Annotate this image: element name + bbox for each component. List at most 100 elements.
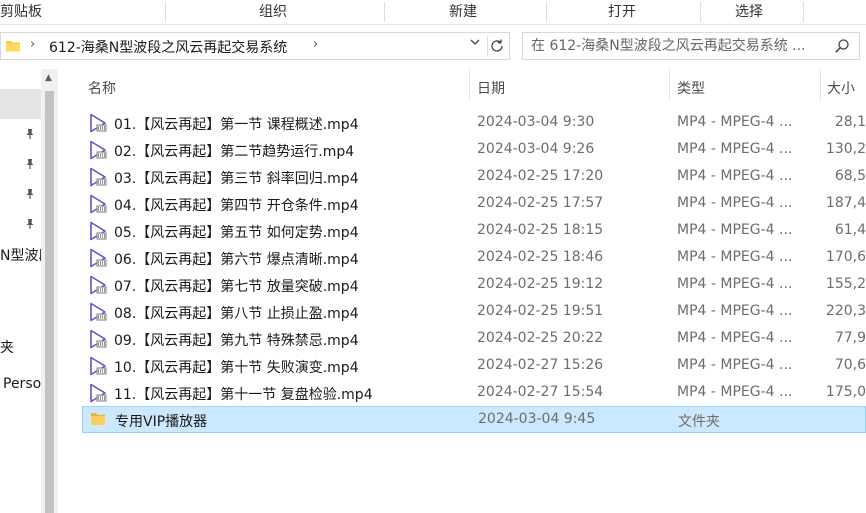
file-name: 11.【风云再起】第十一节 复盘检验.mp4 bbox=[114, 387, 373, 403]
file-row[interactable]: 01.【风云再起】第一节 课程概述.mp4 2024-03-04 9:30 MP4 … bbox=[82, 110, 866, 137]
file-row[interactable]: 06.【风云再起】第六节 爆点清晰.mp4 2024-02-25 18:46 MP4… bbox=[82, 245, 866, 272]
file-date: 2024-03-04 9:30 bbox=[477, 114, 595, 130]
video-file-icon bbox=[88, 248, 108, 272]
ribbon-divider bbox=[803, 2, 804, 22]
file-name: 09.【风云再起】第九节 特殊禁忌.mp4 bbox=[114, 333, 359, 349]
search-input[interactable] bbox=[531, 36, 831, 56]
file-date: 2024-02-27 15:54 bbox=[477, 384, 604, 400]
file-name: 04.【风云再起】第四节 开仓条件.mp4 bbox=[114, 198, 359, 214]
pin-icon[interactable] bbox=[24, 218, 36, 234]
file-type: MP4 - MPEG-4 ... bbox=[677, 330, 793, 346]
scroll-thumb[interactable] bbox=[45, 91, 54, 513]
ribbon-group-organize[interactable]: 组织 bbox=[259, 0, 287, 25]
ribbon-group-open[interactable]: 打开 bbox=[608, 0, 636, 25]
file-size: 77,9 bbox=[834, 330, 866, 346]
breadcrumb-chevron-icon[interactable]: › bbox=[30, 37, 35, 52]
file-date: 2024-02-25 17:57 bbox=[477, 195, 604, 211]
file-type: MP4 - MPEG-4 ... bbox=[677, 168, 793, 184]
file-row[interactable]: 04.【风云再起】第四节 开仓条件.mp4 2024-02-25 17:57 MP4… bbox=[82, 191, 866, 218]
video-file-icon bbox=[88, 275, 108, 299]
file-size: 155,2 bbox=[825, 276, 866, 292]
file-row[interactable]: 02.【风云再起】第二节趋势运行.mp4 2024-03-04 9:26 MP4 -… bbox=[82, 137, 866, 164]
file-type: MP4 - MPEG-4 ... bbox=[677, 357, 793, 373]
file-name: 05.【风云再起】第五节 如何定势.mp4 bbox=[114, 225, 359, 241]
file-size: 175,0 bbox=[825, 384, 866, 400]
pin-icon[interactable] bbox=[24, 158, 36, 174]
folder-row[interactable]: 专用VIP播放器 2024-03-04 9:45 文件夹 bbox=[82, 406, 866, 433]
file-size: 61,4 bbox=[834, 222, 866, 238]
video-file-icon bbox=[88, 329, 108, 353]
file-date: 2024-02-25 18:46 bbox=[477, 249, 604, 265]
file-type: MP4 - MPEG-4 ... bbox=[677, 276, 793, 292]
column-header-type[interactable]: 类型 bbox=[677, 78, 705, 98]
file-row[interactable]: 08.【风云再起】第八节 止损止盈.mp4 2024-02-25 19:51 MP4… bbox=[82, 299, 866, 326]
file-row[interactable]: 09.【风云再起】第九节 特殊禁忌.mp4 2024-02-25 20:22 MP4… bbox=[82, 326, 866, 353]
column-header-row: ^ 名称 日期 类型 大小 bbox=[58, 69, 866, 105]
address-dropdown-icon[interactable] bbox=[469, 36, 481, 52]
file-type: MP4 - MPEG-4 ... bbox=[677, 303, 793, 319]
search-box[interactable] bbox=[522, 32, 860, 60]
file-name: 07.【风云再起】第七节 放量突破.mp4 bbox=[114, 279, 359, 295]
file-size: 70,6 bbox=[834, 357, 866, 373]
breadcrumb-chevron-icon[interactable]: › bbox=[313, 37, 318, 52]
divider bbox=[487, 36, 488, 56]
video-file-icon bbox=[88, 113, 108, 137]
file-date: 2024-02-25 17:20 bbox=[477, 168, 604, 184]
ribbon-group-new[interactable]: 新建 bbox=[449, 0, 477, 25]
video-file-icon bbox=[88, 356, 108, 380]
video-file-icon bbox=[88, 221, 108, 245]
ribbon-group-select[interactable]: 选择 bbox=[735, 0, 763, 25]
video-file-icon bbox=[88, 167, 108, 191]
file-row[interactable]: 03.【风云再起】第三节 斜率回归.mp4 2024-02-25 17:20 MP4… bbox=[82, 164, 866, 191]
file-type: 文件夹 bbox=[678, 414, 720, 430]
refresh-icon[interactable] bbox=[489, 38, 505, 58]
ribbon: 剪贴板 组织 新建 打开 选择 bbox=[0, 0, 866, 25]
file-size: 187,4 bbox=[825, 195, 866, 211]
file-size: 28,1 bbox=[834, 114, 866, 130]
nav-item-label[interactable]: Perso bbox=[3, 376, 41, 392]
nav-scrollbar[interactable]: ▲ bbox=[41, 69, 58, 513]
nav-item-label[interactable]: N型波段 bbox=[0, 245, 41, 265]
column-header-size[interactable]: 大小 bbox=[827, 78, 855, 98]
file-type: MP4 - MPEG-4 ... bbox=[677, 141, 793, 157]
file-date: 2024-02-25 19:12 bbox=[477, 276, 604, 292]
file-date: 2024-02-27 15:26 bbox=[477, 357, 604, 373]
video-file-icon bbox=[88, 194, 108, 218]
file-name: 01.【风云再起】第一节 课程概述.mp4 bbox=[114, 117, 359, 133]
nav-item-label[interactable]: 夹 bbox=[0, 337, 14, 357]
ribbon-group-clipboard[interactable]: 剪贴板 bbox=[0, 0, 42, 25]
pin-icon[interactable] bbox=[24, 128, 36, 144]
column-header-name[interactable]: 名称 bbox=[88, 78, 116, 98]
file-name: 10.【风云再起】第十节 失败演变.mp4 bbox=[114, 360, 359, 376]
file-type: MP4 - MPEG-4 ... bbox=[677, 114, 793, 130]
file-type: MP4 - MPEG-4 ... bbox=[677, 384, 793, 400]
video-file-icon bbox=[88, 140, 108, 164]
file-size: 68,5 bbox=[834, 168, 866, 184]
file-date: 2024-02-25 20:22 bbox=[477, 330, 604, 346]
folder-icon bbox=[5, 38, 21, 58]
column-header-date[interactable]: 日期 bbox=[477, 78, 505, 98]
pin-icon[interactable] bbox=[24, 188, 36, 204]
file-row[interactable]: 11.【风云再起】第十一节 复盘检验.mp4 2024-02-27 15:54 MP… bbox=[82, 380, 866, 407]
file-row[interactable]: 10.【风云再起】第十节 失败演变.mp4 2024-02-27 15:26 MP4… bbox=[82, 353, 866, 380]
ribbon-divider bbox=[700, 2, 701, 22]
file-row[interactable]: 05.【风云再起】第五节 如何定势.mp4 2024-02-25 18:15 MP4… bbox=[82, 218, 866, 245]
address-bar[interactable]: › 612-海桑N型波段之风云再起交易系统 › bbox=[0, 32, 510, 60]
file-size: 170,6 bbox=[825, 249, 866, 265]
column-divider[interactable] bbox=[820, 69, 821, 101]
column-divider[interactable] bbox=[669, 69, 670, 101]
file-name: 03.【风云再起】第三节 斜率回归.mp4 bbox=[114, 171, 359, 187]
file-type: MP4 - MPEG-4 ... bbox=[677, 249, 793, 265]
nav-item-selected[interactable] bbox=[0, 89, 41, 119]
file-name: 专用VIP播放器 bbox=[115, 414, 208, 430]
scroll-up-icon[interactable]: ▲ bbox=[45, 73, 52, 83]
file-row[interactable]: 07.【风云再起】第七节 放量突破.mp4 2024-02-25 19:12 MP4… bbox=[82, 272, 866, 299]
video-file-icon bbox=[88, 302, 108, 326]
file-type: MP4 - MPEG-4 ... bbox=[677, 195, 793, 211]
navigation-pane: N型波段 夹 Perso bbox=[0, 69, 41, 513]
ribbon-divider bbox=[546, 2, 547, 22]
column-divider[interactable] bbox=[469, 69, 470, 101]
file-type: MP4 - MPEG-4 ... bbox=[677, 222, 793, 238]
breadcrumb-current-folder[interactable]: 612-海桑N型波段之风云再起交易系统 bbox=[49, 37, 287, 57]
search-icon[interactable] bbox=[834, 38, 850, 58]
